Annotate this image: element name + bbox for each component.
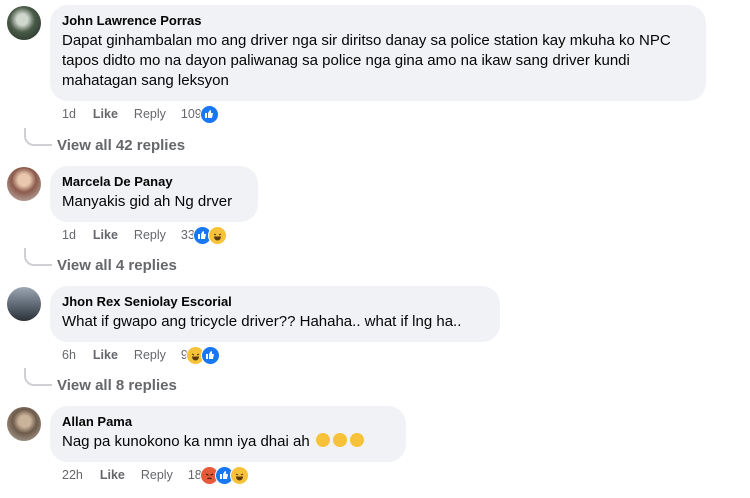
- comment-actions: 22h Like Reply 18: [62, 465, 249, 485]
- view-replies-link[interactable]: View all 4 replies: [57, 257, 177, 275]
- comment-author[interactable]: John Lawrence Porras: [62, 13, 694, 29]
- avatar[interactable]: [7, 167, 41, 201]
- avatar[interactable]: [7, 287, 41, 321]
- like-reaction-icon[interactable]: [200, 345, 220, 365]
- comment-text: Manyakis gid ah Ng drver: [62, 193, 233, 210]
- reply-button[interactable]: Reply: [134, 348, 166, 362]
- comment-text: Dapat ginhambalan mo ang driver nga sir …: [62, 32, 671, 89]
- comment-bubble: Allan Pama Nag pa kunokono ka nmn iya dh…: [50, 406, 406, 462]
- comment-timestamp[interactable]: 1d: [62, 228, 76, 242]
- comment-bubble: Marcela De Panay Manyakis gid ah Ng drve…: [50, 166, 258, 222]
- comment-actions: 1d Like Reply 33: [62, 225, 227, 245]
- reply-button[interactable]: Reply: [134, 228, 166, 242]
- comment-text: What if gwapo ang tricycle driver?? Haha…: [62, 313, 462, 330]
- thread-connector: [24, 368, 52, 386]
- like-button[interactable]: Like: [93, 348, 118, 362]
- thread-connector: [24, 128, 52, 146]
- reaction-count[interactable]: 109: [181, 107, 202, 121]
- comment-author[interactable]: Marcela De Panay: [62, 174, 246, 190]
- comment-author[interactable]: Allan Pama: [62, 414, 394, 430]
- comment-author[interactable]: Jhon Rex Seniolay Escorial: [62, 294, 488, 310]
- haha-reaction-icon[interactable]: [207, 225, 227, 245]
- view-replies-link[interactable]: View all 8 replies: [57, 377, 177, 395]
- comment-actions: 6h Like Reply 9: [62, 345, 220, 365]
- reply-button[interactable]: Reply: [141, 468, 173, 482]
- comment-actions: 1d Like Reply 109: [62, 104, 219, 124]
- rolling-laugh-emoji: [315, 433, 330, 447]
- avatar[interactable]: [7, 407, 41, 441]
- like-button[interactable]: Like: [100, 468, 125, 482]
- comment-bubble: Jhon Rex Seniolay Escorial What if gwapo…: [50, 286, 500, 342]
- like-button[interactable]: Like: [93, 228, 118, 242]
- thread-connector: [24, 248, 52, 266]
- rolling-laugh-emoji: [332, 433, 347, 447]
- comment-text: Nag pa kunokono ka nmn iya dhai ah: [62, 432, 394, 452]
- haha-reaction-icon[interactable]: [229, 465, 249, 485]
- comment-timestamp[interactable]: 6h: [62, 348, 76, 362]
- comment-timestamp[interactable]: 22h: [62, 468, 83, 482]
- view-replies-link[interactable]: View all 42 replies: [57, 137, 185, 155]
- reply-button[interactable]: Reply: [134, 107, 166, 121]
- rolling-laugh-emoji: [349, 433, 364, 447]
- comment-timestamp[interactable]: 1d: [62, 107, 76, 121]
- like-button[interactable]: Like: [93, 107, 118, 121]
- avatar[interactable]: [7, 6, 41, 40]
- comment-text-content: Nag pa kunokono ka nmn iya dhai ah: [62, 433, 310, 450]
- like-reaction-icon[interactable]: [199, 104, 219, 124]
- comment-bubble: John Lawrence Porras Dapat ginhambalan m…: [50, 5, 706, 101]
